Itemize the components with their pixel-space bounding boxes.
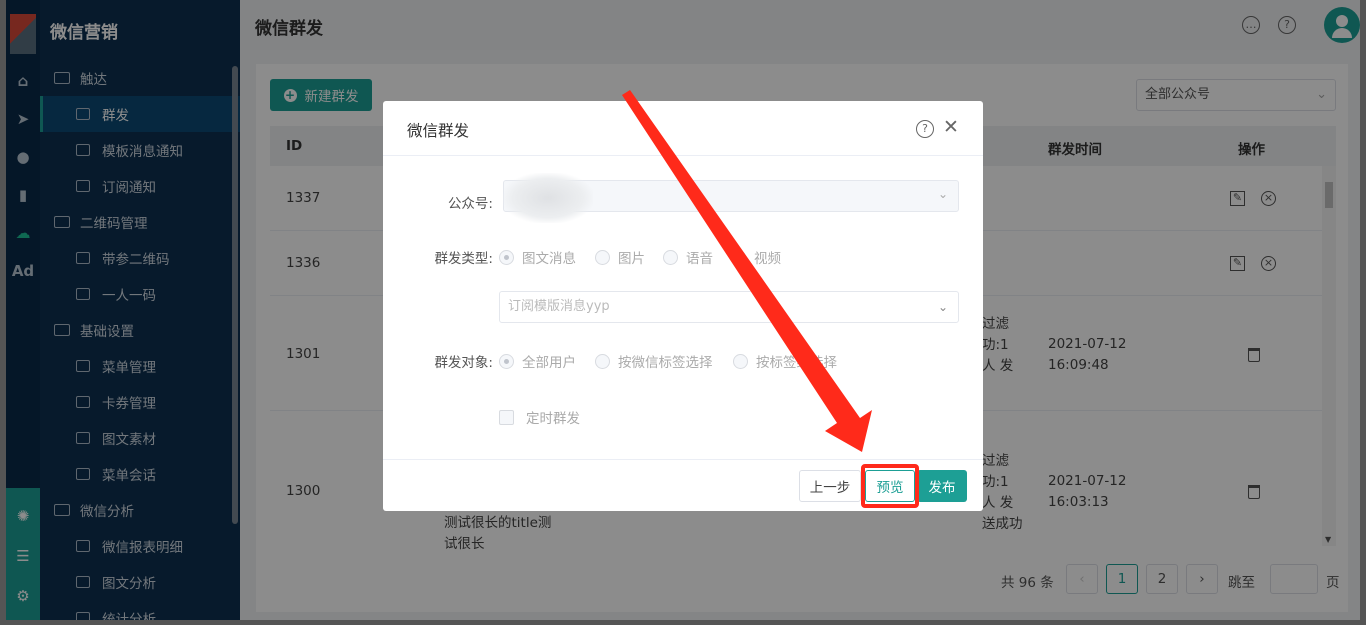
dialog-footer-divider [383,459,983,460]
type-radio-voice[interactable]: 语音 [663,247,713,267]
target-radio-all[interactable]: 全部用户 [499,351,576,371]
target-radio-tag-group[interactable]: 按标签组选择 [733,351,837,371]
mass-send-dialog: 微信群发 ? ✕ 公众号: ⌄ 群发类型: 图文消息 图片 语音 视频 订阅模版… [383,101,983,511]
type-radio-article[interactable]: 图文消息 [499,247,576,267]
dialog-divider [383,155,983,156]
app-frame: ⌂ ➤ ● ▮ ☁ Ad ✺ ☰ ⚙ 微信营销 触达 群发 模板消息通知 订阅通… [6,0,1360,620]
chevron-down-icon: ⌄ [937,187,948,201]
dialog-title: 微信群发 [407,122,470,140]
type-label: 群发类型: [434,251,493,267]
redacted-account [503,173,593,223]
target-radio-tag[interactable]: 按微信标签选择 [595,351,713,371]
publish-button[interactable]: 发布 [917,470,967,502]
close-icon[interactable]: ✕ [943,116,959,138]
account-label: 公众号: [447,196,493,212]
type-radio-image[interactable]: 图片 [595,247,645,267]
scheduled-checkbox[interactable]: 定时群发 [499,407,580,427]
help-icon[interactable]: ? [916,120,934,138]
chevron-down-icon: ⌄ [937,300,948,314]
type-radio-video[interactable]: 视频 [731,247,781,267]
template-select[interactable]: 订阅模版消息yyp ⌄ [499,291,959,323]
target-label: 群发对象: [434,355,493,371]
preview-button[interactable]: 预览 [865,470,915,502]
prev-step-button[interactable]: 上一步 [799,470,861,502]
